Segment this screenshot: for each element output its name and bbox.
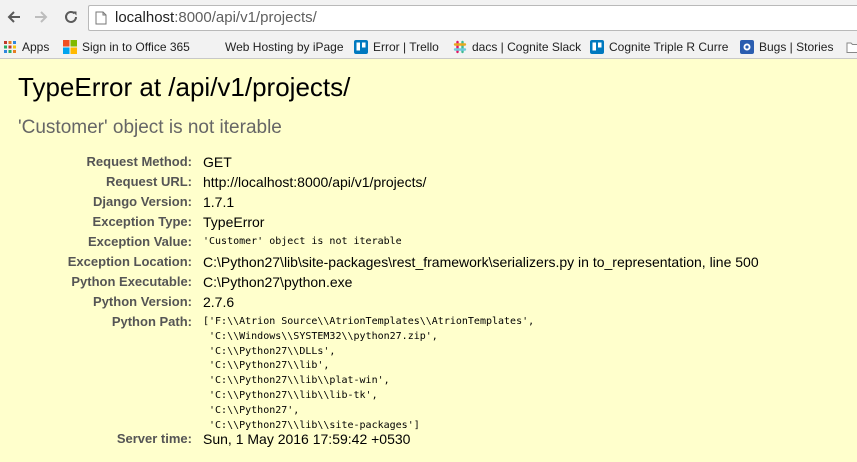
meta-label: Exception Type:	[92, 214, 192, 229]
arrow-right-icon	[35, 11, 48, 23]
url-text[interactable]: localhost:8000/api/v1/projects/	[115, 9, 317, 26]
error-title: TypeError at /api/v1/projects/	[18, 72, 351, 102]
browser-toolbar: localhost:8000/api/v1/projects/	[0, 0, 857, 36]
bookmark-label: Bugs | Stories	[759, 40, 834, 54]
office-icon	[63, 40, 77, 54]
meta-label: Python Executable:	[71, 274, 192, 289]
python-path-line: 'C:\\Python27\\lib\\lib-tk',	[203, 389, 378, 401]
error-subtitle: 'Customer' object is not iterable	[18, 117, 282, 138]
apps-grid-icon	[4, 41, 16, 53]
meta-label: Request Method:	[86, 154, 192, 169]
bookmark-label: Apps	[22, 40, 50, 54]
bookmark-office-365[interactable]: Sign in to Office 365	[63, 38, 190, 56]
bookmark-label: dacs | Cognite Slack	[472, 40, 582, 54]
trello-icon	[590, 40, 604, 54]
trello-icon	[354, 40, 368, 54]
meta-value: 1.7.1	[203, 194, 235, 210]
bookmark-bugs-stories[interactable]: Bugs | Stories	[740, 38, 833, 56]
meta-label: Python Path:	[111, 314, 192, 329]
meta-value: http://localhost:8000/api/v1/projects/	[203, 174, 427, 190]
bookmark-label: Error | Trello	[373, 40, 439, 54]
back-button[interactable]	[3, 6, 25, 28]
meta-label: Django Version:	[93, 194, 192, 209]
meta-value: 2.7.6	[203, 294, 235, 310]
slack-icon	[453, 40, 467, 54]
meta-label: Server time:	[116, 431, 192, 446]
bookmark-label: Sign in to Office 365	[82, 40, 190, 54]
bookmark-cognite-slack[interactable]: dacs | Cognite Slack	[453, 38, 581, 56]
python-path-line: 'C:\\Windows\\SYSTEM32\\python27.zip',	[203, 330, 438, 342]
bookmark-web-hosting[interactable]: Web Hosting by iPage	[225, 38, 344, 56]
meta-label: Python Version:	[93, 294, 192, 309]
meta-value: C:\Python27\lib\site-packages\rest_frame…	[203, 254, 759, 270]
page-icon	[95, 11, 107, 25]
python-path-line: 'C:\\Python27\\DLLs',	[203, 345, 336, 357]
bookmark-overflow[interactable]	[846, 38, 857, 56]
bugs-icon	[740, 40, 754, 54]
meta-value: TypeError	[203, 214, 265, 230]
meta-value: GET	[203, 154, 232, 170]
bookmark-error-trello[interactable]: Error | Trello	[354, 38, 439, 56]
reload-icon	[65, 10, 77, 23]
python-path-list: ['F:\\Atrion Source\\AtrionTemplates\\At…	[203, 315, 534, 433]
meta-value: C:\Python27\python.exe	[203, 274, 353, 290]
python-path-line: ['F:\\Atrion Source\\AtrionTemplates\\At…	[203, 316, 535, 327]
forward-button[interactable]	[30, 6, 52, 28]
python-path-line: 'C:\\Python27',	[203, 404, 300, 416]
bookmark-cognite-triple-r[interactable]: Cognite Triple R Curre	[590, 38, 728, 56]
python-path-line: 'C:\\Python27\\lib',	[203, 360, 330, 372]
bookmark-label: Cognite Triple R Curre	[609, 40, 729, 54]
address-bar[interactable]: localhost:8000/api/v1/projects/	[88, 5, 857, 31]
meta-value: Sun, 1 May 2016 17:59:42 +0530	[203, 431, 411, 447]
url-path: :8000/api/v1/projects/	[174, 9, 317, 26]
meta-label: Exception Value:	[87, 234, 192, 249]
arrow-left-icon	[7, 11, 20, 23]
folder-icon	[846, 42, 857, 53]
bookmark-label: Web Hosting by iPage	[225, 40, 344, 54]
meta-label: Request URL:	[106, 174, 192, 189]
bookmarks-bar: Apps Sign in to Office 365 Web Hosting b…	[0, 36, 857, 59]
meta-label: Exception Location:	[67, 254, 192, 269]
python-path-line: 'C:\\Python27\\lib\\plat-win',	[203, 375, 390, 387]
url-host: localhost	[115, 9, 175, 26]
reload-button[interactable]	[60, 6, 82, 28]
bookmark-apps[interactable]: Apps	[3, 38, 49, 56]
meta-value: 'Customer' object is not iterable	[203, 236, 402, 247]
